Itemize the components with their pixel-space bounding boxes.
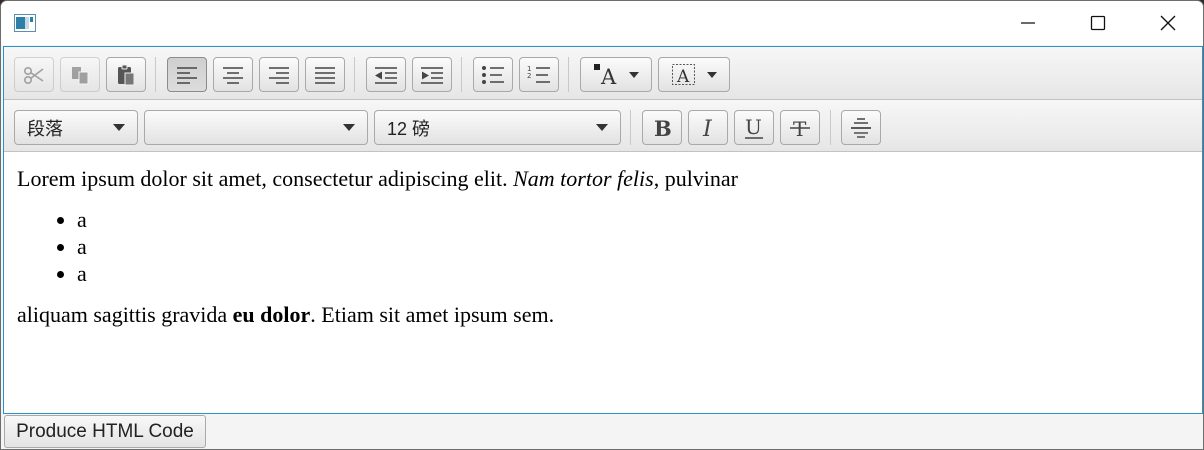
- underline-icon: U: [743, 115, 765, 141]
- background-color-picker[interactable]: A: [658, 57, 730, 92]
- numbered-list-button[interactable]: 12: [519, 57, 559, 92]
- bullet-list: a a a: [17, 206, 1189, 287]
- paragraph-format-select[interactable]: 段落: [14, 110, 138, 145]
- chevron-down-icon: [596, 124, 608, 131]
- text-run: , pulvinar: [653, 166, 739, 191]
- top-toolbar: 12 A A: [4, 47, 1202, 100]
- clipboard-icon: [114, 63, 138, 87]
- produce-html-button[interactable]: Produce HTML Code: [4, 415, 206, 448]
- list-item: a: [77, 206, 1189, 233]
- background-color-icon: A: [671, 63, 697, 87]
- close-button[interactable]: [1134, 1, 1202, 45]
- app-icon: [14, 14, 36, 32]
- indent-button[interactable]: [412, 57, 452, 92]
- outdent-button[interactable]: [366, 57, 406, 92]
- footer-bar: Produce HTML Code: [1, 414, 1203, 449]
- cut-button[interactable]: [14, 57, 54, 92]
- text-color-icon: A: [593, 63, 619, 87]
- list-item: a: [77, 233, 1189, 260]
- maximize-button[interactable]: [1064, 1, 1132, 45]
- svg-text:2: 2: [527, 72, 531, 80]
- align-right-button[interactable]: [259, 57, 299, 92]
- copy-icon: [68, 63, 92, 87]
- bullet-list-button[interactable]: [473, 57, 513, 92]
- paragraph: Lorem ipsum dolor sit amet, consectetur …: [17, 165, 1189, 192]
- bold-button[interactable]: B: [642, 110, 682, 145]
- strikethrough-icon: T: [789, 116, 811, 140]
- horizontal-rule-icon: [849, 116, 873, 140]
- numbered-list-icon: 12: [526, 64, 552, 86]
- bold-icon: B: [651, 116, 673, 140]
- chevron-down-icon: [707, 71, 717, 78]
- toolbar-separator: [155, 57, 156, 92]
- list-item: a: [77, 260, 1189, 287]
- svg-text:B: B: [654, 116, 672, 140]
- editor-content-area[interactable]: Lorem ipsum dolor sit amet, consectetur …: [4, 153, 1202, 413]
- align-center-button[interactable]: [213, 57, 253, 92]
- align-center-icon: [221, 65, 245, 85]
- toolbar-separator: [830, 110, 831, 145]
- italic-button[interactable]: I: [688, 110, 728, 145]
- bullet-list-icon: [480, 64, 506, 86]
- align-left-button[interactable]: [167, 57, 207, 92]
- font-size-select[interactable]: 12 磅: [374, 110, 621, 145]
- chevron-down-icon: [343, 124, 355, 131]
- text-run: aliquam sagittis gravida: [17, 302, 233, 327]
- text-run: . Etiam sit amet ipsum sem.: [310, 302, 555, 327]
- bold-text: eu dolor: [232, 302, 311, 327]
- scissors-icon: [22, 63, 46, 87]
- paragraph: aliquam sagittis gravida eu dolor. Etiam…: [17, 301, 1189, 328]
- paragraph-format-value: 段落: [27, 118, 63, 139]
- title-bar: [1, 1, 1203, 45]
- insert-horizontal-rule-button[interactable]: [841, 110, 881, 145]
- align-right-icon: [267, 65, 291, 85]
- app-window: 12 A A 段落 12 磅 B I U T Lorem ipsum dolor…: [0, 0, 1204, 450]
- paste-button[interactable]: [106, 57, 146, 92]
- bottom-toolbar: 段落 12 磅 B I U T: [4, 100, 1202, 152]
- strikethrough-button[interactable]: T: [780, 110, 820, 145]
- toolbar-separator: [354, 57, 355, 92]
- chevron-down-icon: [113, 124, 125, 131]
- toolbar-separator: [461, 57, 462, 92]
- svg-text:A: A: [676, 67, 690, 87]
- indent-icon: [419, 65, 445, 85]
- font-size-value: 12 磅: [387, 118, 431, 139]
- copy-button[interactable]: [60, 57, 100, 92]
- text-run: Lorem ipsum dolor sit amet, consectetur …: [17, 166, 514, 191]
- svg-text:I: I: [702, 117, 713, 140]
- underline-button[interactable]: U: [734, 110, 774, 145]
- svg-text:A: A: [600, 65, 617, 87]
- font-family-select[interactable]: [144, 110, 368, 145]
- text-color-picker[interactable]: A: [580, 57, 652, 92]
- italic-text: Nam tortor felis: [513, 166, 654, 191]
- align-justify-icon: [313, 65, 337, 85]
- html-editor: 12 A A 段落 12 磅 B I U T Lorem ipsum dolor…: [3, 46, 1203, 414]
- align-justify-button[interactable]: [305, 57, 345, 92]
- toolbar-separator: [630, 110, 631, 145]
- toolbar-separator: [568, 57, 569, 92]
- align-left-icon: [175, 65, 199, 85]
- chevron-down-icon: [629, 71, 639, 78]
- italic-icon: I: [697, 116, 719, 140]
- maximize-icon: [1090, 15, 1106, 31]
- outdent-icon: [373, 65, 399, 85]
- minimize-button[interactable]: [994, 1, 1062, 45]
- close-icon: [1160, 15, 1176, 31]
- minimize-icon: [1020, 15, 1036, 31]
- svg-text:U: U: [745, 115, 762, 139]
